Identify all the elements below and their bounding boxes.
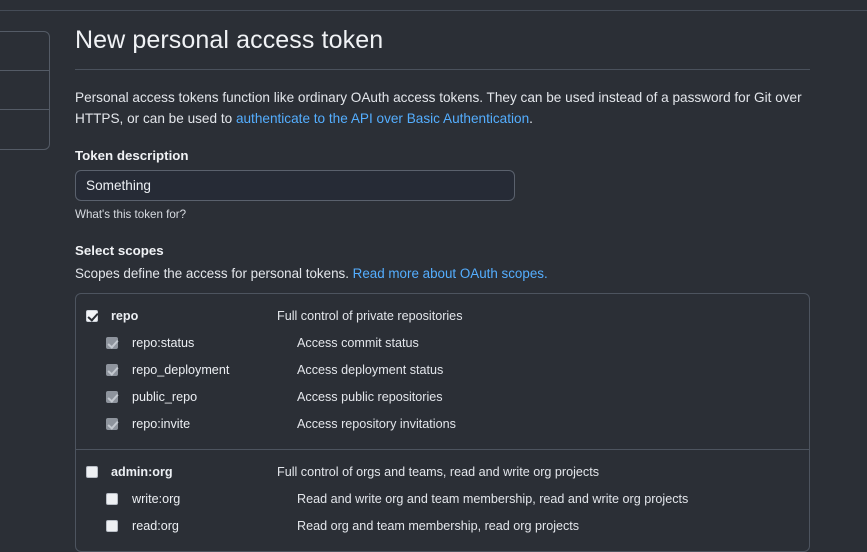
basic-auth-doc-link[interactable]: authenticate to the API over Basic Authe… (236, 111, 529, 126)
checkbox-admin:org[interactable] (86, 466, 98, 479)
scope-description: Read and write org and team membership, … (297, 492, 689, 507)
scope-row[interactable]: public_repo Access public repositories (76, 384, 809, 411)
scopes-panel: repo Full control of private repositories… (75, 292, 810, 552)
checkbox-repo:status[interactable] (106, 337, 118, 350)
scope-row[interactable]: write:org Read and write org and team mem… (76, 486, 809, 513)
sidebar-item-1[interactable] (0, 32, 49, 71)
scope-name-label: read:org (132, 519, 179, 534)
token-description-label: Token description (75, 147, 189, 163)
token-description-help: What's this token for? (75, 207, 187, 221)
scope-group-admin-org-group: admin:org Full control of orgs and teams,… (76, 448, 809, 551)
scopes-subtext-before-link: Scopes define the access for personal to… (75, 265, 353, 281)
scope-name-label: repo (111, 309, 139, 324)
scope-name-label: repo:invite (132, 417, 191, 432)
scope-row[interactable]: repo Full control of private repositories (76, 303, 809, 330)
checkbox-repo_deployment[interactable] (106, 364, 118, 377)
checkbox-public_repo[interactable] (106, 391, 118, 404)
window-top-divider (0, 0, 867, 11)
page-title: New personal access token (75, 26, 384, 54)
scope-name-label: write:org (132, 492, 181, 507)
scope-name-label: admin:org (111, 465, 173, 480)
scope-row[interactable]: admin:org Full control of orgs and teams,… (76, 459, 809, 486)
checkbox-repo[interactable] (86, 310, 98, 323)
scope-row[interactable]: repo:status Access commit status (76, 330, 809, 357)
scope-description: Access deployment status (297, 363, 444, 378)
checkbox-repo:invite[interactable] (106, 418, 118, 431)
intro-paragraph: Personal access tokens function like ord… (75, 87, 810, 129)
sidebar-item-3[interactable] (0, 110, 49, 149)
scope-name-label: public_repo (132, 390, 198, 405)
select-scopes-subtext: Scopes define the access for personal to… (75, 266, 810, 281)
sidebar-list (0, 31, 50, 150)
scope-description: Access repository invitations (297, 417, 456, 432)
scope-row[interactable]: repo:invite Access repository invitations (76, 411, 809, 438)
scope-group-repo-group: repo Full control of private repositories… (76, 294, 809, 449)
checkbox-read:org[interactable] (106, 520, 118, 533)
scope-row[interactable]: repo_deployment Access deployment status (76, 357, 809, 384)
title-divider (75, 68, 810, 70)
checkbox-write:org[interactable] (106, 493, 118, 506)
scope-description: Access commit status (297, 336, 419, 351)
select-scopes-heading: Select scopes (75, 242, 164, 258)
scope-description: Full control of private repositories (277, 309, 463, 324)
oauth-scopes-doc-link[interactable]: Read more about OAuth scopes. (353, 266, 548, 281)
sidebar-item-2[interactable] (0, 71, 49, 110)
scope-description: Access public repositories (297, 390, 443, 405)
intro-text-after-link: . (529, 110, 533, 126)
token-description-input[interactable] (75, 169, 515, 201)
scope-name-label: repo:status (132, 336, 195, 351)
scope-name-label: repo_deployment (132, 363, 230, 378)
main-content: New personal access token Personal acces… (75, 26, 810, 552)
scope-description: Full control of orgs and teams, read and… (277, 465, 599, 480)
scope-description: Read org and team membership, read org p… (297, 519, 580, 534)
scope-row[interactable]: read:org Read org and team membership, re… (76, 513, 809, 540)
